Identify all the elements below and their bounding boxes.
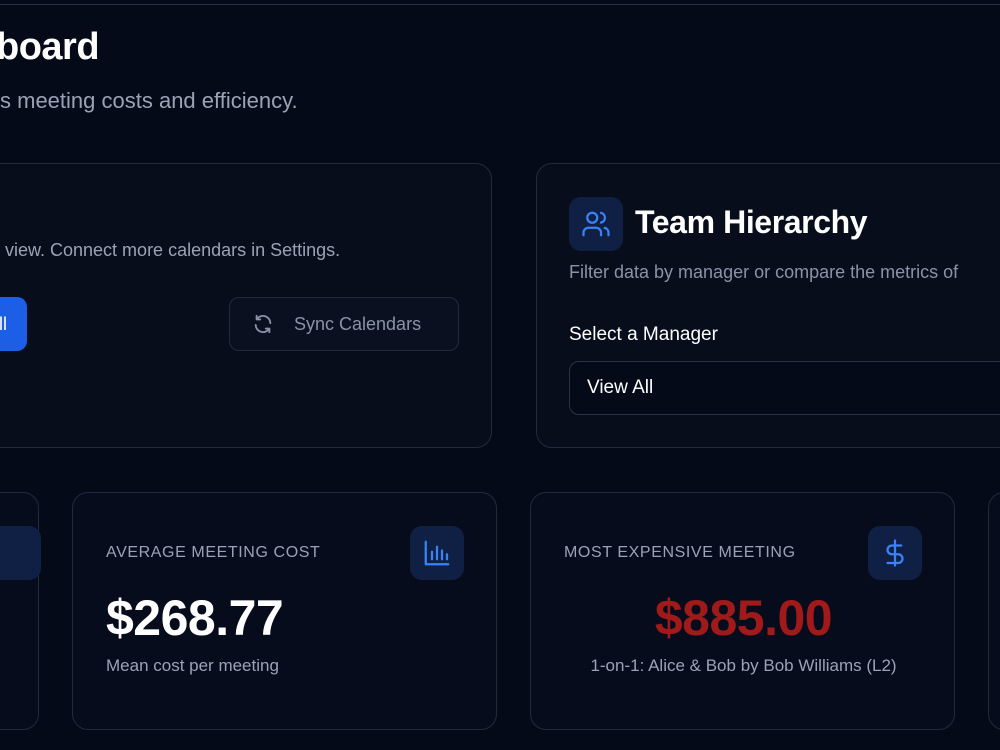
page-title: board [0,26,100,68]
metric-card-partial-right [988,492,1000,730]
most-expensive-meeting-card: MOST EXPENSIVE MEETING $885.00 1-on-1: A… [530,492,955,730]
team-icon-container [569,197,623,251]
team-hierarchy-title: Team Hierarchy [635,204,868,240]
calendar-description: view. Connect more calendars in Settings… [5,240,341,260]
most-expensive-label: MOST EXPENSIVE MEETING [564,544,796,561]
average-cost-icon-container [410,526,464,580]
average-cost-label: AVERAGE MEETING COST [106,544,321,561]
bar-chart-icon [424,540,450,566]
users-icon [582,211,610,237]
dollar-icon [886,539,904,567]
sync-calendars-button[interactable]: Sync Calendars [229,297,459,351]
view-all-calendars-button[interactable]: ll [0,297,27,351]
most-expensive-value: $885.00 [654,590,833,646]
team-hierarchy-description: Filter data by manager or compare the me… [569,262,959,282]
most-expensive-icon-container [868,526,922,580]
average-meeting-cost-card: AVERAGE MEETING COST $268.77 Mean cost p… [72,492,497,730]
calendar-panel: view. Connect more calendars in Settings… [0,163,492,448]
sync-calendars-label: Sync Calendars [294,313,422,334]
team-hierarchy-panel: Team Hierarchy Filter data by manager or… [536,163,1000,448]
dashboard-page: board s meeting costs and efficiency. vi… [0,0,1000,750]
manager-select-value: View All [587,377,654,398]
top-divider [0,4,1000,5]
page-subtitle: s meeting costs and efficiency. [0,88,298,113]
most-expensive-caption: 1-on-1: Alice & Bob by Bob Williams (L2) [590,656,897,675]
metric-icon-partial [0,526,41,580]
metric-card-partial-left [0,492,41,730]
manager-select-label: Select a Manager [569,324,718,345]
refresh-icon [254,314,272,334]
manager-select[interactable]: View All [569,361,1000,415]
average-cost-value: $268.77 [106,590,284,646]
average-cost-caption: Mean cost per meeting [106,656,279,675]
